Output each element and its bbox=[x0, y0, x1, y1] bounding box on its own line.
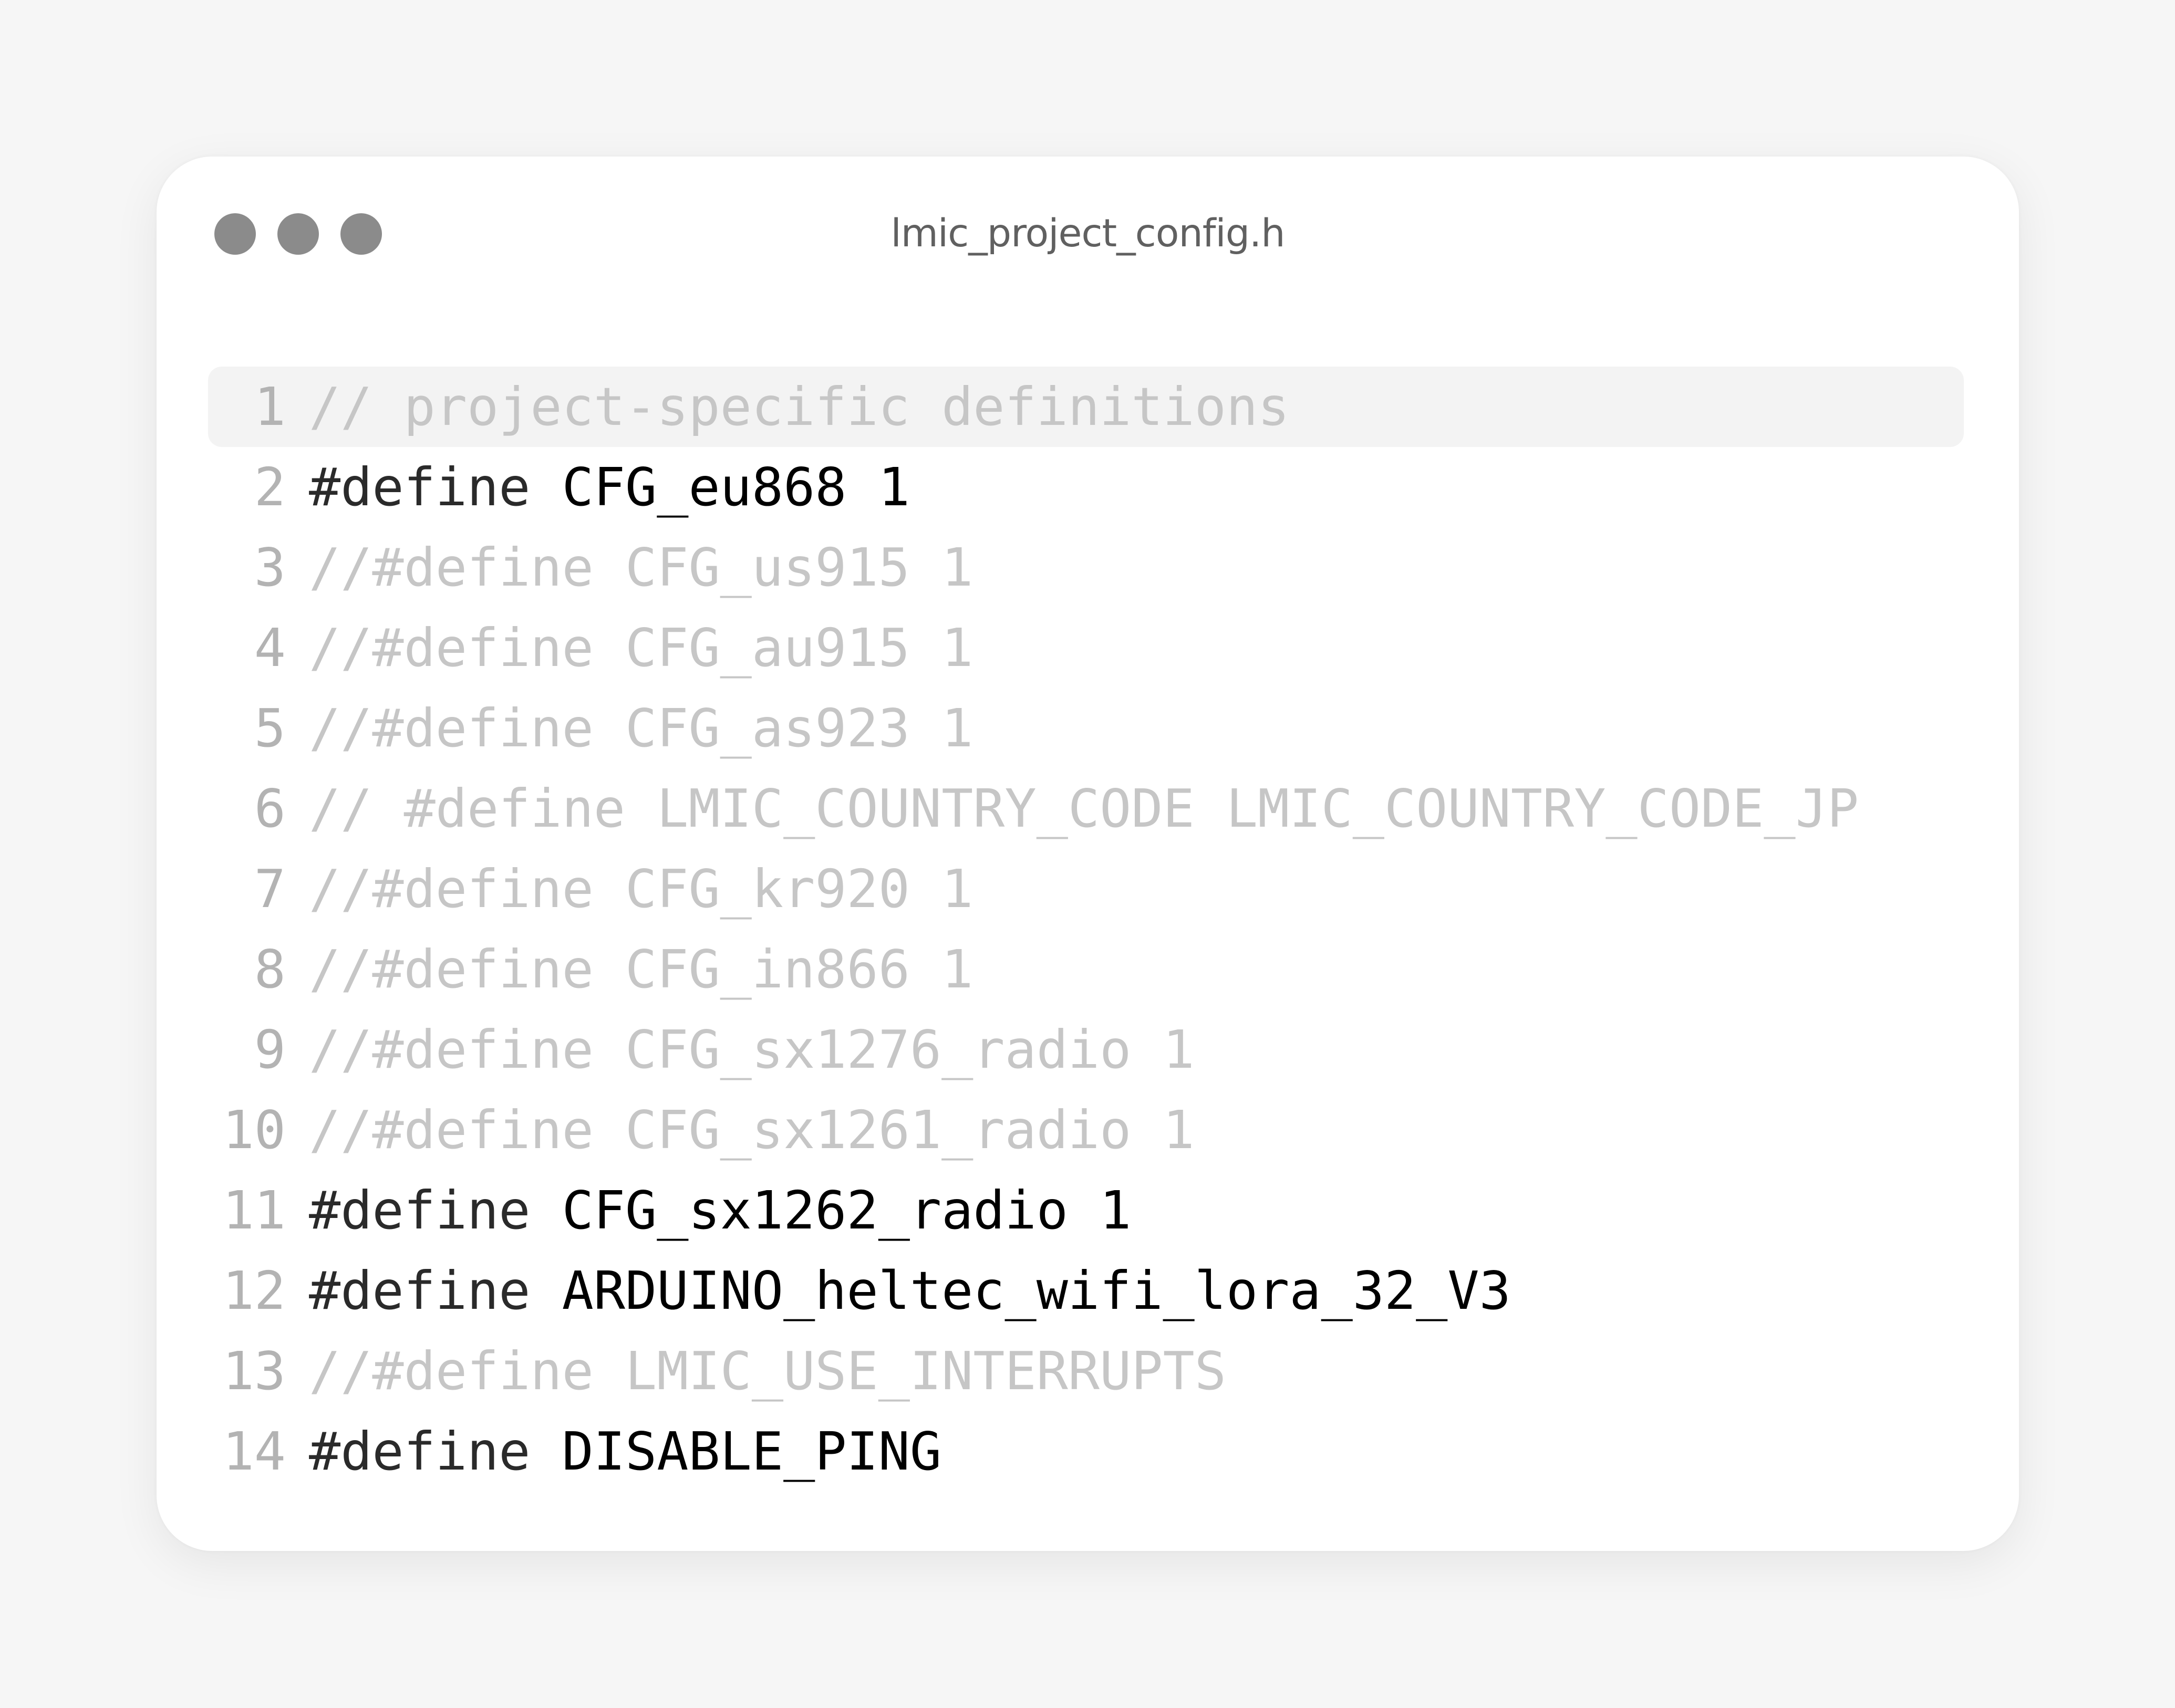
code-text: //#define CFG_sx1276_radio 1 bbox=[309, 1019, 1195, 1080]
line-number: 6 bbox=[254, 778, 286, 839]
code-text: #define CFG_eu868 1 bbox=[309, 456, 1964, 518]
define-value: DISABLE_PING bbox=[530, 1421, 942, 1482]
code-text: //#define LMIC_USE_INTERRUPTS bbox=[309, 1340, 1226, 1402]
line-number: 7 bbox=[254, 858, 286, 920]
code-text: //#define CFG_sx1261_radio 1 bbox=[309, 1099, 1195, 1161]
code-text: #define ARDUINO_heltec_wifi_lora_32_V3 bbox=[309, 1260, 1964, 1321]
define-value: ARDUINO_heltec_wifi_lora_32_V3 bbox=[530, 1260, 1511, 1321]
window-title: lmic_project_config.h bbox=[890, 211, 1285, 256]
code-line-active[interactable]: 1 // project-specific definitions bbox=[208, 367, 1964, 447]
line-number: 12 bbox=[222, 1260, 286, 1321]
code-editor[interactable]: 1 // project-specific definitions 2 #define… bbox=[208, 367, 1964, 1492]
line-number: 2 bbox=[254, 456, 286, 518]
code-line[interactable]: 4 //#define CFG_au915 1 bbox=[208, 608, 1964, 688]
code-text: //#define CFG_in866 1 bbox=[309, 939, 973, 1000]
line-number: 1 bbox=[254, 376, 286, 438]
code-line[interactable]: 11 #define CFG_sx1262_radio 1 bbox=[208, 1170, 1964, 1251]
define-keyword: #define bbox=[309, 1180, 531, 1241]
define-keyword: #define bbox=[309, 1421, 531, 1482]
code-text: // project-specific definitions bbox=[309, 376, 1290, 438]
define-keyword: #define bbox=[309, 1260, 531, 1321]
line-number: 4 bbox=[254, 617, 286, 679]
code-line[interactable]: 5 //#define CFG_as923 1 bbox=[208, 688, 1964, 768]
line-number: 9 bbox=[254, 1019, 286, 1080]
code-text: #define DISABLE_PING bbox=[309, 1421, 1964, 1482]
code-line[interactable]: 10 //#define CFG_sx1261_radio 1 bbox=[208, 1090, 1964, 1170]
code-line[interactable]: 2 #define CFG_eu868 1 bbox=[208, 447, 1964, 527]
line-number: 14 bbox=[222, 1421, 286, 1482]
code-text: //#define CFG_kr920 1 bbox=[309, 858, 973, 920]
code-line[interactable]: 8 //#define CFG_in866 1 bbox=[208, 929, 1964, 1009]
line-number: 8 bbox=[254, 939, 286, 1000]
line-number: 10 bbox=[222, 1099, 286, 1161]
code-line[interactable]: 13 //#define LMIC_USE_INTERRUPTS bbox=[208, 1331, 1964, 1411]
code-line[interactable]: 9 //#define CFG_sx1276_radio 1 bbox=[208, 1009, 1964, 1090]
line-number: 11 bbox=[222, 1180, 286, 1241]
line-number: 5 bbox=[254, 697, 286, 759]
code-text: //#define CFG_as923 1 bbox=[309, 697, 973, 759]
code-line[interactable]: 12 #define ARDUINO_heltec_wifi_lora_32_V3 bbox=[208, 1251, 1964, 1331]
editor-window: lmic_project_config.h 1 // project-specif… bbox=[157, 157, 2019, 1551]
code-text: //#define CFG_au915 1 bbox=[309, 617, 973, 679]
code-line[interactable]: 7 //#define CFG_kr920 1 bbox=[208, 849, 1964, 929]
define-keyword: #define bbox=[309, 456, 531, 518]
line-number: 13 bbox=[222, 1340, 286, 1402]
line-number: 3 bbox=[254, 537, 286, 598]
code-line[interactable]: 6 // #define LMIC_COUNTRY_CODE LMIC_COUNT… bbox=[208, 768, 1964, 849]
code-text: #define CFG_sx1262_radio 1 bbox=[309, 1180, 1964, 1241]
code-text: // #define LMIC_COUNTRY_CODE LMIC_COUNTR… bbox=[309, 778, 1859, 839]
define-value: CFG_sx1262_radio 1 bbox=[530, 1180, 1132, 1241]
code-line[interactable]: 14 #define DISABLE_PING bbox=[208, 1411, 1964, 1492]
define-value: CFG_eu868 1 bbox=[530, 456, 910, 518]
code-text: //#define CFG_us915 1 bbox=[309, 537, 973, 598]
code-line[interactable]: 3 //#define CFG_us915 1 bbox=[208, 527, 1964, 608]
